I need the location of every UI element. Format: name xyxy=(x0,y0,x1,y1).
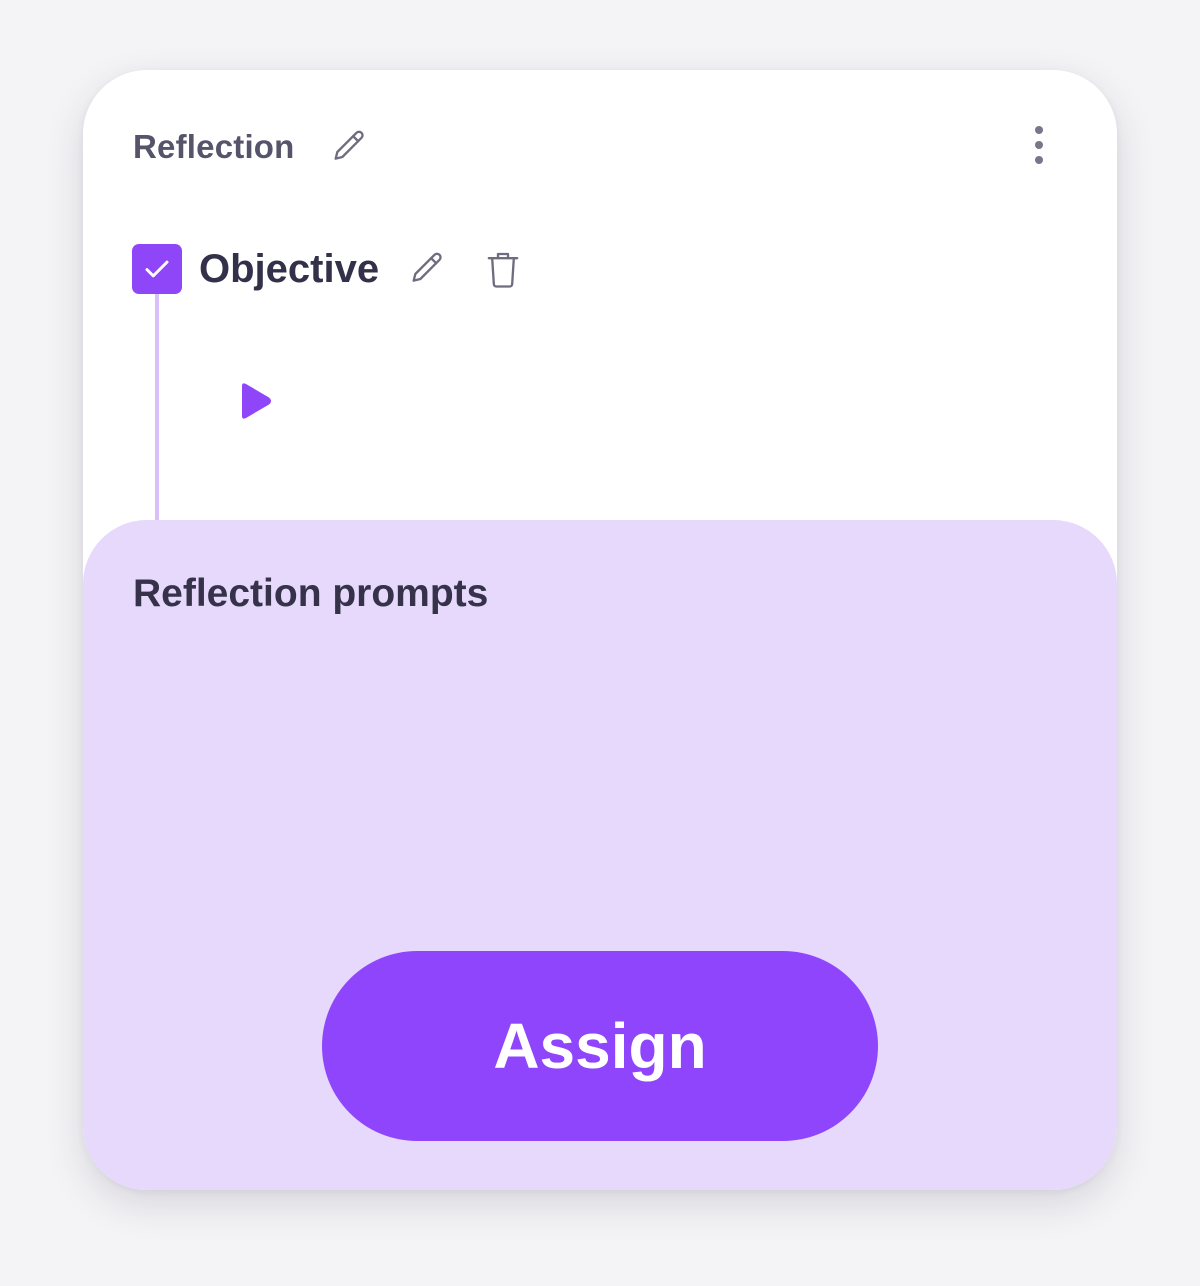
edit-title-pencil-icon[interactable] xyxy=(329,127,369,167)
assign-button[interactable]: Assign xyxy=(322,951,878,1141)
reflection-card: Reflection Objective Reflection prompts … xyxy=(83,70,1117,1190)
play-icon[interactable] xyxy=(235,380,275,422)
objective-checkbox[interactable] xyxy=(132,244,182,294)
edit-objective-pencil-icon[interactable] xyxy=(407,249,447,289)
card-title: Reflection xyxy=(133,128,295,165)
more-options-icon[interactable] xyxy=(1019,122,1059,168)
delete-objective-trash-icon[interactable] xyxy=(483,248,523,290)
reflection-prompts-panel: Reflection prompts Assign xyxy=(83,520,1117,1190)
timeline-connector xyxy=(155,294,159,524)
reflection-prompts-title: Reflection prompts xyxy=(133,572,489,615)
objective-row: Objective xyxy=(132,244,523,294)
card-header: Reflection xyxy=(133,122,369,172)
checkmark-icon xyxy=(145,260,169,278)
objective-label: Objective xyxy=(199,246,380,291)
